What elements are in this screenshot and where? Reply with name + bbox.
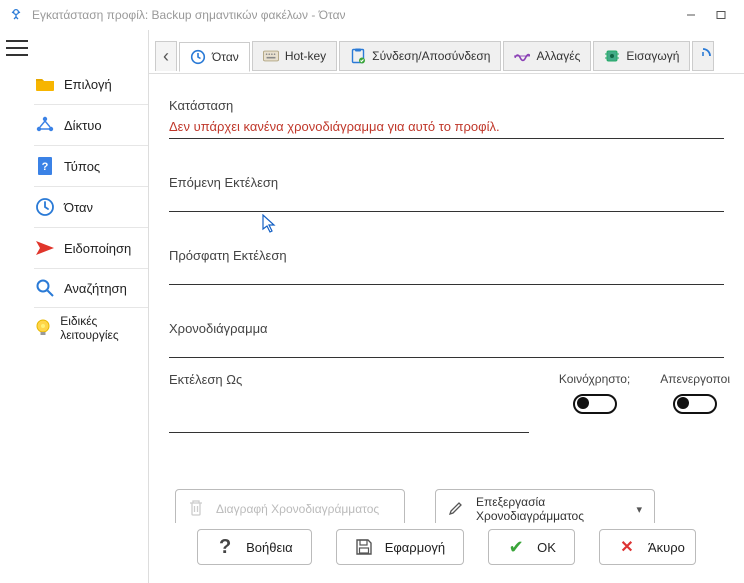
tab-hotkey[interactable]: Hot-key xyxy=(252,41,337,71)
search-icon xyxy=(34,277,56,299)
content-area: Όταν Hot-key Σύνδεση/Αποσύνδεση Αλλαγές … xyxy=(149,30,744,583)
clock-icon xyxy=(190,49,206,65)
edit-schedule-label: Επεξεργασία Χρονοδιαγράμματος xyxy=(476,495,584,523)
menu-handle-column xyxy=(0,30,34,583)
pencil-icon xyxy=(448,500,464,519)
sidebar-item-when[interactable]: Όταν xyxy=(34,187,148,227)
help-button[interactable]: ? Βοήθεια xyxy=(197,529,312,565)
next-run-value xyxy=(169,190,724,212)
status-value: Δεν υπάρχει κανένα χρονοδιάγραμμα για αυ… xyxy=(169,113,724,139)
recent-run-label: Πρόσφατη Εκτέλεση xyxy=(169,248,724,263)
bulb-icon xyxy=(34,317,52,339)
panel-body: Κατάσταση Δεν υπάρχει κανένα χρονοδιάγρα… xyxy=(149,74,744,523)
app-icon xyxy=(8,7,24,23)
tab-insert[interactable]: Εισαγωγή xyxy=(593,41,690,71)
clock-icon xyxy=(695,48,711,64)
sidebar-item-label: Δίκτυο xyxy=(64,118,102,133)
sidebar-item-label: Επιλογή xyxy=(64,77,112,92)
network-icon xyxy=(34,114,56,136)
titlebar: Εγκατάσταση προφίλ: Backup σημαντικών φα… xyxy=(0,0,744,30)
tab-label: Εισαγωγή xyxy=(626,49,679,63)
tab-back-button[interactable] xyxy=(155,41,177,71)
sidebar-item-label: Ειδοποίηση xyxy=(64,241,131,256)
save-icon xyxy=(355,538,373,556)
footer: ? Βοήθεια Εφαρμογή ✔ OK ✕ Άκυρο xyxy=(149,523,744,583)
tab-label: Όταν xyxy=(212,50,239,64)
svg-text:?: ? xyxy=(42,161,49,173)
tab-label: Αλλαγές xyxy=(536,49,580,63)
sidebar: Επιλογή Δίκτυο ? Τύπος Όταν Ειδοποίηση Α… xyxy=(34,30,149,583)
keyboard-icon xyxy=(263,48,279,64)
disabled-toggle[interactable] xyxy=(673,394,717,414)
tab-overflow[interactable] xyxy=(692,41,714,71)
folder-icon xyxy=(34,73,56,95)
tab-when[interactable]: Όταν xyxy=(179,42,250,72)
notify-icon xyxy=(34,237,56,259)
sidebar-item-notify[interactable]: Ειδοποίηση xyxy=(34,228,148,268)
chevron-left-icon xyxy=(163,46,169,67)
window-title: Εγκατάσταση προφίλ: Backup σημαντικών φα… xyxy=(32,8,676,22)
help-label: Βοήθεια xyxy=(246,540,293,555)
schedule-value xyxy=(169,336,724,358)
chip-icon xyxy=(604,48,620,64)
runas-label: Εκτέλεση Ως xyxy=(169,372,529,387)
sidebar-item-selection[interactable]: Επιλογή xyxy=(34,64,148,104)
sidebar-item-network[interactable]: Δίκτυο xyxy=(34,105,148,145)
tab-label: Σύνδεση/Αποσύνδεση xyxy=(372,49,490,63)
question-icon: ? xyxy=(216,538,234,556)
schedule-label: Χρονοδιάγραμμα xyxy=(169,321,724,336)
sidebar-item-label: Αναζήτηση xyxy=(64,281,127,296)
chevron-down-icon xyxy=(636,502,642,516)
cancel-button[interactable]: ✕ Άκυρο xyxy=(599,529,696,565)
maximize-button[interactable] xyxy=(706,3,736,27)
tab-changes[interactable]: Αλλαγές xyxy=(503,41,591,71)
tab-bar: Όταν Hot-key Σύνδεση/Αποσύνδεση Αλλαγές … xyxy=(149,30,744,74)
wave-icon xyxy=(514,48,530,64)
ok-label: OK xyxy=(537,540,556,555)
delete-schedule-label: Διαγραφή Χρονοδιαγράμματος xyxy=(216,502,379,516)
delete-schedule-button: Διαγραφή Χρονοδιαγράμματος xyxy=(175,489,405,523)
close-icon: ✕ xyxy=(618,538,636,556)
runas-value xyxy=(169,405,529,433)
minimize-button[interactable] xyxy=(676,3,706,27)
sidebar-item-search[interactable]: Αναζήτηση xyxy=(34,268,148,308)
shared-toggle[interactable] xyxy=(573,394,617,414)
sidebar-item-label: Ειδικές λειτουργίες xyxy=(60,314,142,342)
check-icon: ✔ xyxy=(507,538,525,556)
edit-schedule-button[interactable]: Επεξεργασία Χρονοδιαγράμματος xyxy=(435,489,655,523)
hamburger-menu[interactable] xyxy=(6,40,28,56)
recent-run-value xyxy=(169,263,724,285)
status-label: Κατάσταση xyxy=(169,98,724,113)
apply-button[interactable]: Εφαρμογή xyxy=(336,529,464,565)
sidebar-item-special[interactable]: Ειδικές λειτουργίες xyxy=(34,308,148,348)
type-icon: ? xyxy=(34,155,56,177)
sidebar-item-label: Όταν xyxy=(64,200,93,215)
cancel-label: Άκυρο xyxy=(648,540,685,555)
tab-label: Hot-key xyxy=(285,49,326,63)
clock-icon xyxy=(34,196,56,218)
tab-login-logout[interactable]: Σύνδεση/Αποσύνδεση xyxy=(339,41,501,71)
trash-icon xyxy=(188,499,204,520)
clipboard-icon xyxy=(350,48,366,64)
apply-label: Εφαρμογή xyxy=(385,540,445,555)
shared-label: Κοινόχρηστο; xyxy=(559,372,630,386)
disabled-label: Απενεργοποι xyxy=(660,372,730,386)
sidebar-item-type[interactable]: ? Τύπος xyxy=(34,146,148,186)
sidebar-item-label: Τύπος xyxy=(64,159,100,174)
next-run-label: Επόμενη Εκτέλεση xyxy=(169,175,724,190)
ok-button[interactable]: ✔ OK xyxy=(488,529,575,565)
